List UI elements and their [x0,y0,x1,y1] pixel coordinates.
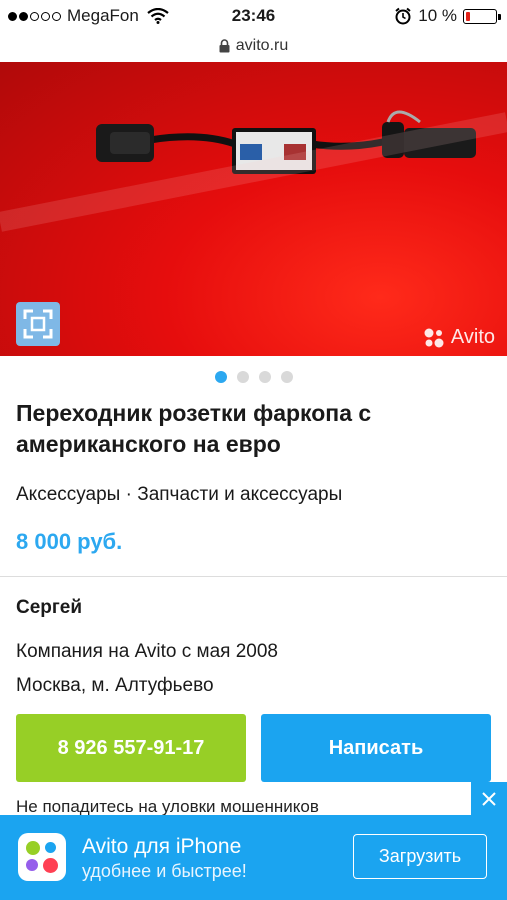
alarm-icon [395,7,411,25]
status-bar: MegaFon 23:46 10 % [0,0,507,32]
seller-location: Москва, м. Алтуфьево [16,675,214,696]
pager-dot-active[interactable] [214,371,227,383]
close-banner-button[interactable] [471,782,507,815]
pager-dot[interactable] [258,371,271,383]
seller-since: Компания на Avito с мая 2008 [16,641,278,662]
battery-icon [463,8,501,24]
write-message-button[interactable]: Написать [261,714,491,782]
banner-subtitle: удобнее и быстрее! [82,861,247,881]
wifi-icon [147,8,169,24]
banner-title: Avito для iPhone [82,835,242,858]
watermark-text: Avito [450,326,495,348]
expand-gallery-button[interactable] [16,302,60,346]
url-bar[interactable]: avito.ru [0,32,507,60]
fraud-warning[interactable]: Не попадитесь на уловки мошенников [16,797,319,817]
close-icon [482,791,496,806]
adapter-cable-image [0,110,507,232]
divider [0,576,507,577]
gallery-pager [0,371,507,383]
fullscreen-icon [23,309,53,339]
pager-dot[interactable] [236,371,249,383]
lock-icon [219,39,230,53]
avito-app-icon [18,833,66,881]
carrier-name: MegaFon [67,6,139,25]
signal-icon [8,11,61,21]
battery-percent: 10 % [418,6,457,25]
listing-category[interactable]: Аксессуары · Запчасти и аксессуары [16,484,342,506]
product-photo[interactable]: Avito [0,62,507,356]
listing-title: Переходник розетки фаркопа с американско… [16,400,372,457]
pager-dot[interactable] [280,371,293,383]
avito-logo-icon [424,328,444,347]
download-app-button[interactable]: Загрузить [353,834,487,879]
listing-price: 8 000 руб. [16,529,123,554]
avito-watermark: Avito [423,326,495,349]
call-button[interactable]: 8 926 557-91-17 [16,714,246,782]
url-text: avito.ru [235,37,289,54]
seller-name[interactable]: Сергей [16,597,82,619]
app-promo-banner: Avito для iPhone удобнее и быстрее! Загр… [0,815,507,900]
